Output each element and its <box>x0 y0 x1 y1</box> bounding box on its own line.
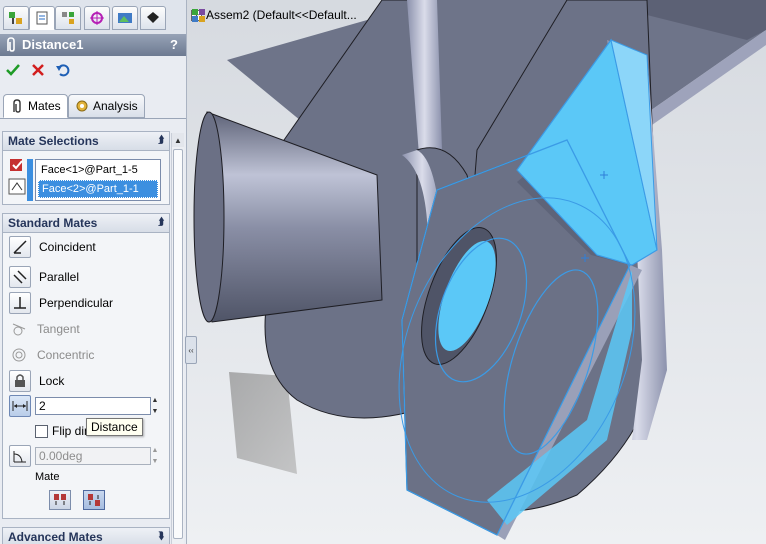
configuration-manager-tab[interactable] <box>55 6 81 30</box>
property-icon <box>36 11 48 25</box>
assembly-icon <box>192 9 205 22</box>
close-icon <box>32 64 44 76</box>
tab-mates[interactable]: Mates <box>3 94 68 118</box>
aligned-icon <box>54 494 66 505</box>
dimxpert-tab[interactable] <box>84 6 110 30</box>
mate-icon <box>4 37 18 56</box>
collapse-chevron-icon[interactable]: ⮭ <box>158 214 164 232</box>
standard-mates-header[interactable]: Standard Mates ⮭ <box>3 214 169 233</box>
advanced-mates-header[interactable]: Advanced Mates ⮯ <box>3 528 169 544</box>
feature-manager-tab[interactable] <box>3 6 29 30</box>
spin-down-icon[interactable]: ▼ <box>152 408 159 415</box>
distance-input[interactable] <box>35 397 151 415</box>
tab-analysis[interactable]: Analysis <box>68 94 145 118</box>
aligned-button[interactable] <box>49 490 71 510</box>
perpendicular-icon <box>9 292 31 314</box>
cylinder-pin-end <box>193 111 225 323</box>
flip-dimension-checkbox[interactable] <box>35 424 48 438</box>
collapse-chevron-icon[interactable]: ⮭ <box>158 132 164 150</box>
property-manager-titlebar: Distance1 ? <box>0 34 186 56</box>
property-manager-tab[interactable] <box>29 6 55 30</box>
selection-cursor-icon <box>8 178 28 199</box>
distance-spinner[interactable]: ▲ ▼ <box>150 397 160 415</box>
undo-button[interactable] <box>53 60 73 80</box>
concentric-label: Concentric <box>37 348 95 362</box>
mate-alignment-label: Mate <box>35 471 60 483</box>
scroll-thumb[interactable] <box>173 149 183 539</box>
check-icon <box>6 64 20 76</box>
selection-marker <box>27 159 33 201</box>
angle-input <box>35 447 151 465</box>
property-scroll-area: Mate Selections ⮭ Face<1>@Part_1-5 Face<… <box>0 125 186 544</box>
parallel-mate[interactable]: Parallel <box>9 266 79 288</box>
display-manager-icon <box>118 13 132 23</box>
paperclip-icon <box>13 99 21 113</box>
standard-mates-title: Standard Mates <box>8 216 98 230</box>
distance-tooltip: Distance <box>86 418 143 436</box>
tangent-icon <box>9 319 29 339</box>
mate-subtabs: Mates Analysis <box>0 92 186 119</box>
angle-mate[interactable] <box>9 445 31 467</box>
tab-analysis-label: Analysis <box>93 99 138 113</box>
help-button[interactable]: ? <box>170 37 178 52</box>
coincident-label: Coincident <box>39 240 96 254</box>
mate-selections-header[interactable]: Mate Selections ⮭ <box>3 132 169 151</box>
lock-icon <box>9 370 31 392</box>
angle-spinner: ▲ ▼ <box>150 447 160 465</box>
distance-icon <box>9 395 31 417</box>
appearance-icon <box>147 12 159 23</box>
feature-tree-icon <box>9 12 22 24</box>
perpendicular-mate[interactable]: Perpendicular <box>9 292 113 314</box>
flyout-feature-tree[interactable]: + Assem2 (Default<<Default... <box>191 8 357 22</box>
mate-selection-list[interactable]: Face<1>@Part_1-5 Face<2>@Part_1-1 <box>35 159 161 201</box>
property-manager: Distance1 ? Mates Analysis Mate Selectio… <box>0 0 187 544</box>
cancel-button[interactable] <box>28 60 48 80</box>
coincident-mate[interactable]: Coincident <box>9 236 96 258</box>
analysis-gear-icon <box>76 100 88 112</box>
perpendicular-label: Perpendicular <box>39 296 114 310</box>
display-manager-tab[interactable] <box>112 6 138 30</box>
panel-splitter[interactable]: ‹‹ <box>185 336 197 364</box>
distance-mate[interactable] <box>9 395 31 417</box>
mate-selection-item-selected[interactable]: Face<2>@Part_1-1 <box>38 180 158 198</box>
manager-tabs <box>0 0 186 35</box>
scroll-up-icon[interactable]: ▲ <box>172 133 184 147</box>
tangent-label: Tangent <box>37 322 80 336</box>
anti-aligned-button[interactable] <box>83 490 105 510</box>
spin-up-icon: ▲ <box>151 447 159 454</box>
model-view[interactable] <box>187 0 766 544</box>
concentric-mate[interactable]: Concentric <box>9 344 94 366</box>
advanced-mates-title: Advanced Mates <box>8 530 103 544</box>
parallel-label: Parallel <box>39 270 80 284</box>
lock-label: Lock <box>39 374 65 388</box>
configuration-icon <box>62 12 74 24</box>
tab-mates-label: Mates <box>28 99 61 113</box>
collapse-arrows-icon[interactable]: ‹‹ <box>188 346 193 355</box>
action-bar <box>0 58 186 82</box>
advanced-mates-group: Advanced Mates ⮯ <box>2 527 170 544</box>
tangent-mate[interactable]: Tangent <box>9 318 80 340</box>
spin-up-icon[interactable]: ▲ <box>152 397 159 404</box>
lock-mate[interactable]: Lock <box>9 370 64 392</box>
dimxpert-icon <box>90 11 104 25</box>
parallel-icon <box>9 266 31 288</box>
anti-aligned-icon <box>88 494 100 506</box>
undo-icon <box>56 64 70 77</box>
ok-button[interactable] <box>3 60 23 80</box>
assembly-name[interactable]: Assem2 (Default<<Default... <box>206 8 357 22</box>
mate-selection-item[interactable]: Face<1>@Part_1-5 <box>38 162 158 178</box>
property-manager-title: Distance1 <box>22 37 84 52</box>
property-scrollbar[interactable]: ▲ <box>171 133 184 544</box>
mate-selection-icon <box>8 157 28 178</box>
mate-selections-group: Mate Selections ⮭ Face<1>@Part_1-5 Face<… <box>2 131 170 205</box>
spin-down-icon: ▼ <box>151 458 159 465</box>
coincident-icon <box>9 236 31 258</box>
graphics-area[interactable]: + Assem2 (Default<<Default... <box>187 0 766 544</box>
mate-selections-title: Mate Selections <box>8 134 99 148</box>
concentric-icon <box>9 345 29 365</box>
appearance-tab[interactable] <box>140 6 166 30</box>
expand-chevron-icon[interactable]: ⮯ <box>158 528 164 544</box>
angle-icon <box>9 445 31 467</box>
standard-mates-group: Standard Mates ⮭ Coincident Parallel Per… <box>2 213 170 519</box>
